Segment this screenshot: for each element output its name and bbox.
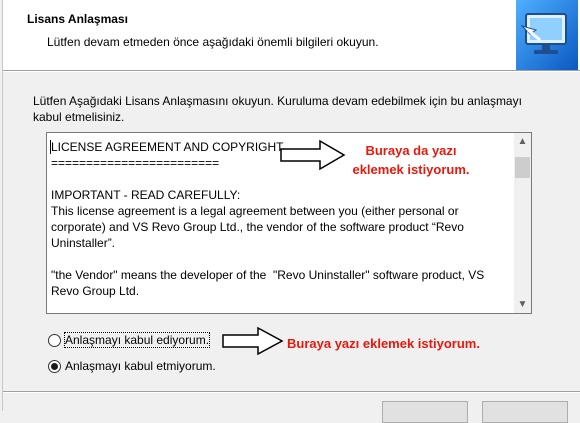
scroll-down-icon[interactable]: ▼ [514,296,531,313]
scroll-thumb[interactable] [515,157,530,178]
instruction-text: Lütfen Aşağıdaki Lisans Anlaşmasını okuy… [33,94,522,124]
next-button[interactable] [482,401,568,423]
decline-option[interactable]: Anlaşmayı kabul etmiyorum. [48,357,216,375]
annotation-top-line2: eklemek istiyorum. [352,162,470,177]
license-paragraph-2: "the Vendor" means the developer of the … [51,268,488,298]
page-subtitle: Lütfen devam etmeden önce aşağıdaki önem… [47,35,379,49]
scroll-up-icon[interactable]: ▲ [514,133,531,150]
license-underline: ======================== [51,156,220,170]
header-separator-highlight [3,71,580,72]
annotation-arrow-top [280,139,346,171]
accept-label[interactable]: Anlaşmayı kabul ediyorum. [63,332,211,348]
accept-radio[interactable] [48,333,61,347]
annotation-top: Buraya da yazı eklemek istiyorum. [345,141,477,179]
back-button[interactable] [382,401,468,423]
annotation-top-line1: Buraya da yazı [365,143,457,158]
license-important: IMPORTANT - READ CAREFULLY: [51,188,241,202]
setup-monitor-icon [516,0,578,70]
accept-option[interactable]: Anlaşmayı kabul ediyorum. [48,331,211,349]
license-scrollbar[interactable]: ▲ ▼ [514,133,531,313]
page-title: Lisans Anlaşması [27,12,128,26]
decline-label[interactable]: Anlaşmayı kabul etmiyorum. [65,359,216,373]
annotation-arrow-bottom [222,326,284,356]
annotation-bottom: Buraya yazı eklemek istiyorum. [287,336,480,351]
decline-radio[interactable] [48,359,61,373]
license-heading: LICENSE AGREEMENT AND COPYRIGHT [51,140,284,154]
license-paragraph-1: This license agreement is a legal agreem… [51,204,468,250]
footer-separator-highlight [3,392,580,393]
wizard-header: Lisans Anlaşması Lütfen devam etmeden ön… [3,0,580,70]
